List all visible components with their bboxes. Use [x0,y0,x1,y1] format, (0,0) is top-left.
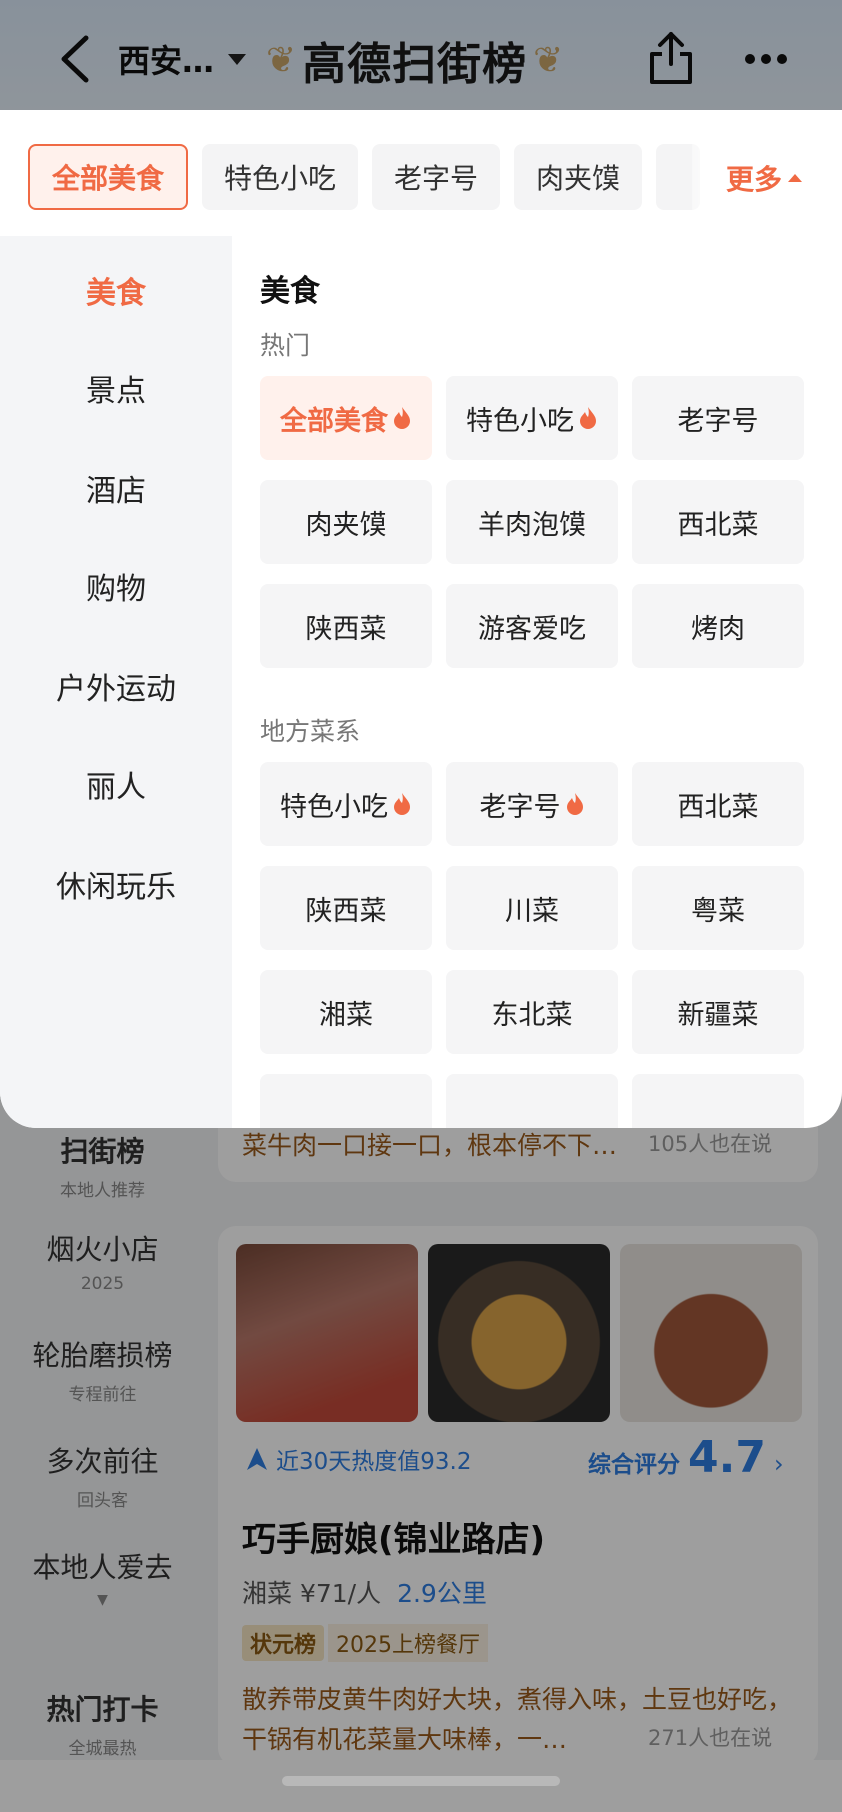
category-chips: 全部美食 特色小吃 老字号 肉夹馍 [28,144,701,210]
grid-item[interactable]: 川菜 [446,866,618,950]
category-sidebar: 美食 景点 酒店 购物 户外运动 丽人 休闲玩乐 [0,236,232,1128]
sidebar-item-food[interactable]: 美食 [0,268,232,312]
grid-item[interactable]: 陕西菜 [260,584,432,668]
hot-grid: 全部美食 特色小吃 老字号 肉夹馍 羊肉泡馍 西北菜 陕西菜 游客爱吃 烤肉 [260,376,804,668]
grid-item[interactable]: 游客爱吃 [446,584,618,668]
chip-snacks[interactable]: 特色小吃 [202,144,359,210]
home-indicator [282,1776,560,1786]
caret-up-icon [788,174,803,182]
section-title: 美食 [260,274,320,309]
grid-item[interactable]: 湘菜 [260,970,432,1054]
regional-grid: 特色小吃 老字号 西北菜 陕西菜 川菜 粤菜 湘菜 东北菜 新疆菜 [260,762,804,1128]
grid-item[interactable]: 肉夹馍 [260,480,432,564]
grid-item[interactable]: 全部美食 [260,376,432,460]
grid-item[interactable] [260,1074,432,1128]
grid-item[interactable]: 东北菜 [446,970,618,1054]
category-picker-panel: 全部美食 特色小吃 老字号 肉夹馍 更多 美食 景点 酒店 购物 户外运动 丽人… [0,110,842,1128]
group-label-hot: 热门 [260,331,311,360]
flame-icon [394,407,410,429]
grid-item[interactable] [446,1074,618,1128]
flame-icon [580,407,596,429]
sidebar-item-beauty[interactable]: 丽人 [0,762,232,806]
grid-item[interactable]: 粤菜 [632,866,804,950]
sidebar-item-hotel[interactable]: 酒店 [0,466,232,510]
grid-item[interactable]: 老字号 [632,376,804,460]
flame-icon [566,793,583,815]
grid-item[interactable]: 老字号 [446,762,618,846]
sidebar-item-sights[interactable]: 景点 [0,366,232,410]
grid-item[interactable]: 西北菜 [632,762,804,846]
flame-icon [394,793,410,815]
grid-item[interactable]: 特色小吃 [260,762,432,846]
chip-all-food[interactable]: 全部美食 [28,144,189,210]
grid-item[interactable]: 羊肉泡馍 [446,480,618,564]
sidebar-item-shopping[interactable]: 购物 [0,564,232,608]
grid-item[interactable] [632,1074,804,1128]
chip-roujiamo[interactable]: 肉夹馍 [514,144,643,210]
grid-item[interactable]: 烤肉 [632,584,804,668]
grid-item[interactable]: 西北菜 [632,480,804,564]
more-toggle-button[interactable]: 更多 [692,128,842,228]
group-label-regional: 地方菜系 [260,717,361,746]
grid-item[interactable]: 陕西菜 [260,866,432,950]
grid-item[interactable]: 新疆菜 [632,970,804,1054]
sidebar-item-leisure[interactable]: 休闲玩乐 [0,862,232,906]
chip-bar: 全部美食 特色小吃 老字号 肉夹馍 更多 [0,110,842,236]
chip-time-honored[interactable]: 老字号 [372,144,501,210]
grid-item[interactable]: 特色小吃 [446,376,618,460]
sidebar-item-outdoor[interactable]: 户外运动 [0,664,232,708]
category-content: 美食 热门 全部美食 特色小吃 老字号 肉夹馍 羊肉泡馍 西北菜 陕西菜 游客爱… [260,236,820,1128]
